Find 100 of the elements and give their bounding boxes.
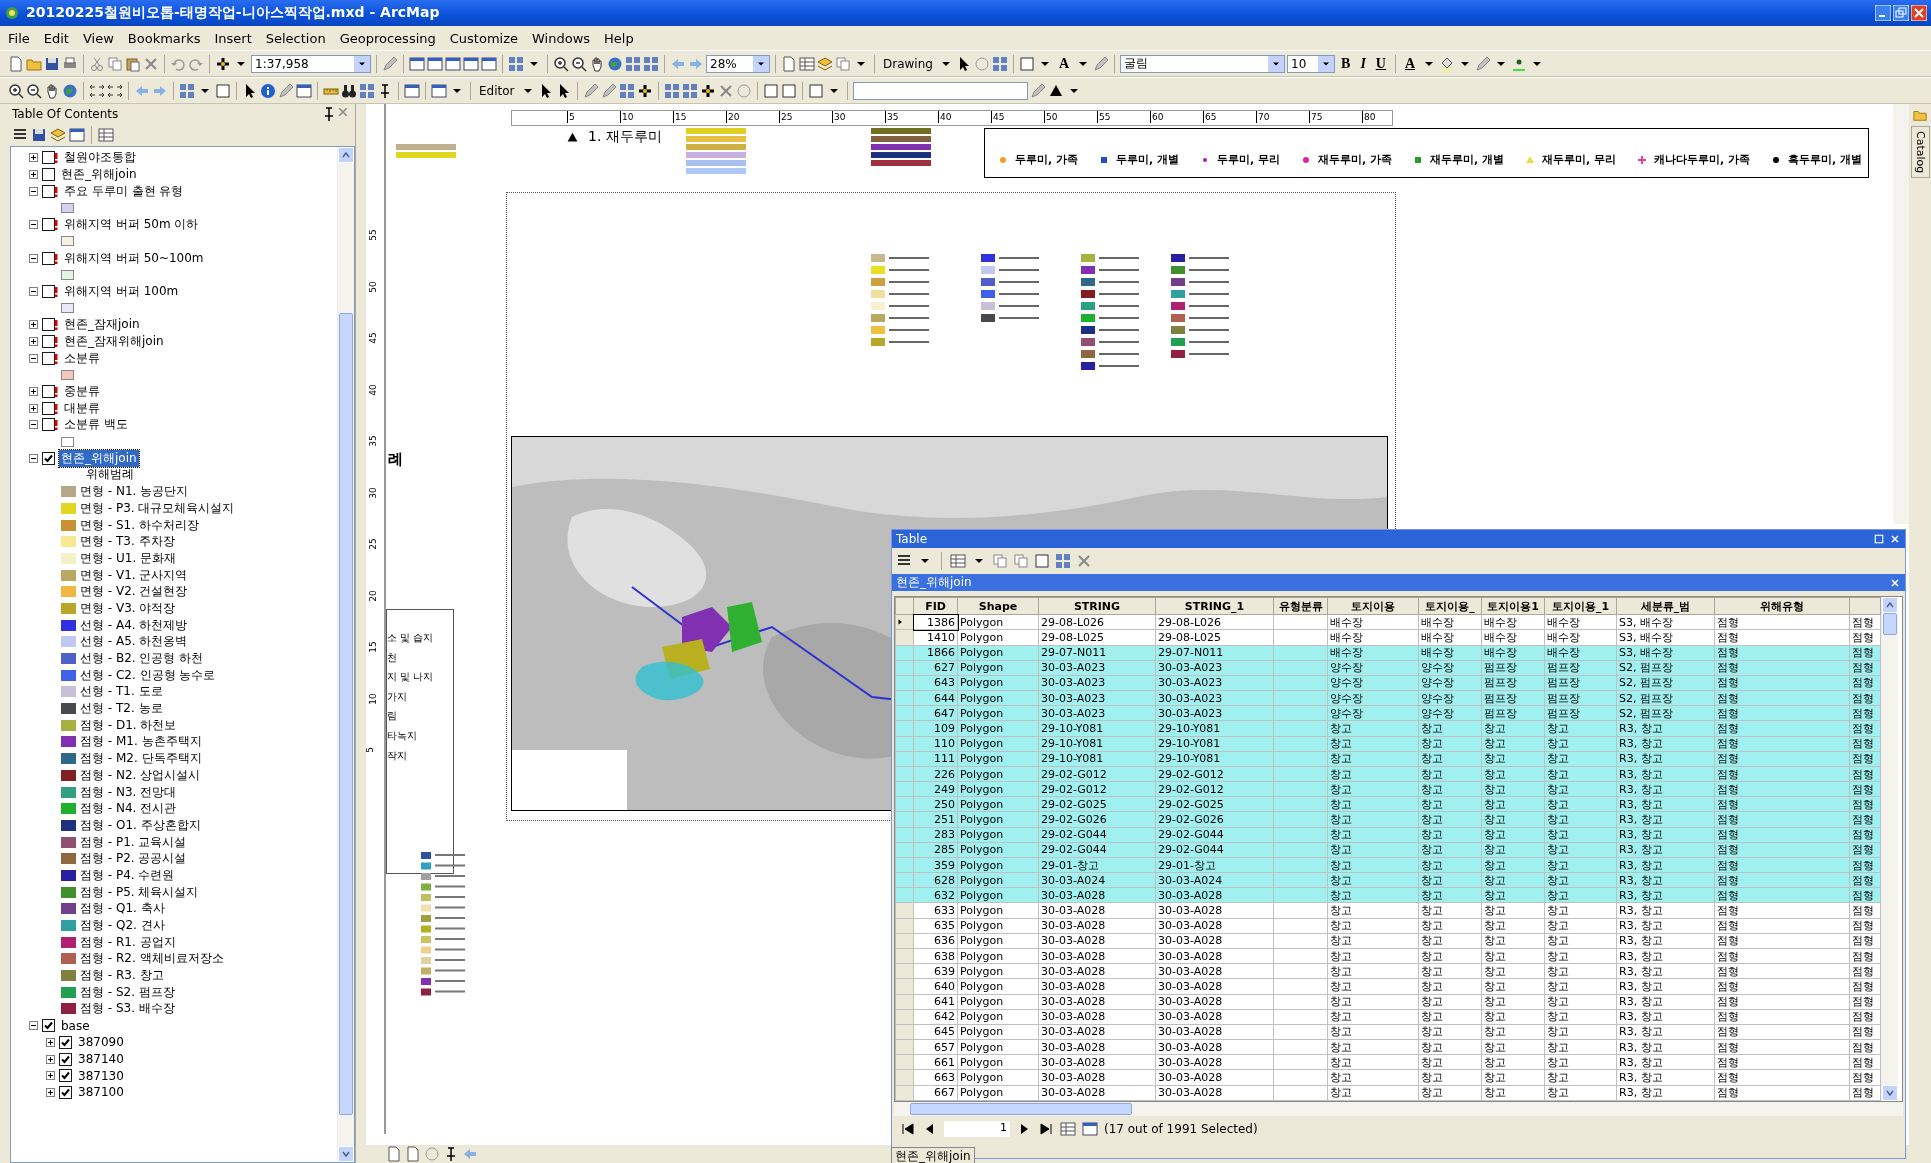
selected-row[interactable]: 250 Polygon 29-02-G025 29-02-G025 창고 창고 창고 창고 R3, 창고 점형 점형 — [895, 796, 1881, 812]
column-header[interactable]: 유형분류 — [1273, 597, 1328, 615]
expand-icon[interactable] — [29, 153, 38, 163]
column-header[interactable]: STRING — [1038, 597, 1156, 615]
table-row[interactable]: 1386 Polygon 29-08-L026 29-08-L026 배수장 배수장 배수장 배수장 S3, 배수장 점형 점형 — [895, 614, 1881, 630]
table-icon[interactable] — [799, 55, 815, 72]
zoom-in-icon[interactable] — [8, 82, 24, 99]
text-tool-button[interactable]: A — [1054, 55, 1074, 72]
layer-name[interactable]: 철원야조통합 — [62, 149, 138, 167]
expand-icon[interactable] — [46, 1037, 55, 1047]
selected-row[interactable]: 109 Polygon 29-10-Y081 29-10-Y081 창고 창고 창고 창고 R3, 창고 점형 점형 — [895, 720, 1881, 737]
folder-icon[interactable] — [1913, 108, 1927, 122]
record-field[interactable]: 1 — [944, 1121, 1010, 1137]
close-icon[interactable] — [337, 106, 349, 118]
close-icon[interactable] — [143, 55, 159, 72]
table-row[interactable]: 639 Polygon 30-03-A028 30-03-A028 창고 창고 창고 창고 R3, 창고 점형 점형 — [895, 963, 1881, 979]
layer-name[interactable]: 위해지역 버퍼 100m — [62, 282, 181, 300]
font-size-field[interactable]: 10 — [1287, 54, 1336, 73]
layer-name[interactable]: 중분류 — [62, 383, 102, 401]
scrollbar[interactable] — [337, 147, 354, 1162]
table-row[interactable]: 638 Polygon 30-03-A028 30-03-A028 창고 창고 창고 창고 R3, 창고 점형 점형 — [895, 948, 1881, 964]
table-icon[interactable] — [98, 127, 114, 143]
window-icon[interactable] — [481, 55, 497, 72]
column-header[interactable]: Shape — [957, 597, 1039, 615]
minimize-icon[interactable] — [1875, 5, 1891, 21]
maximize-icon[interactable] — [1873, 533, 1885, 545]
arrows-icon[interactable] — [89, 82, 105, 99]
plus-icon[interactable] — [215, 55, 231, 72]
layer-name[interactable]: 현존_잠재위해join — [62, 332, 166, 350]
collapse-icon[interactable] — [29, 1021, 38, 1031]
grid-icon[interactable] — [1055, 553, 1071, 569]
hand-icon[interactable] — [589, 55, 605, 72]
scroll-thumb[interactable] — [1883, 613, 1897, 635]
table-row[interactable]: 645 Polygon 30-03-A028 30-03-A028 창고 창고 창고 창고 R3, 창고 점형 점형 — [895, 1024, 1881, 1040]
layer-name[interactable]: base — [59, 1018, 92, 1033]
column-header[interactable]: 세분류_범 — [1616, 597, 1715, 615]
expand-icon[interactable] — [46, 1054, 55, 1064]
column-header[interactable]: STRING_1 — [1155, 597, 1274, 615]
expand-icon[interactable] — [29, 387, 38, 396]
checkbox[interactable] — [59, 1052, 72, 1066]
table-row[interactable]: 640 Polygon 30-03-A028 30-03-A028 창고 창고 창고 창고 R3, 창고 점형 점형 — [895, 978, 1881, 994]
selected-row[interactable]: 111 Polygon 29-10-Y081 29-10-Y081 창고 창고 창고 창고 R3, 창고 점형 점형 — [895, 751, 1881, 767]
selected-row[interactable]: 627 Polygon 30-03-A023 30-03-A023 양수장 양수장 펌프장 펌프장 S2, 펌프장 점형 점형 — [895, 660, 1881, 676]
selected-row[interactable]: 110 Polygon 29-10-Y081 29-10-Y081 창고 창고 창고 창고 R3, 창고 점형 점형 — [895, 736, 1881, 752]
checkbox[interactable] — [42, 451, 55, 465]
selected-row[interactable]: 251 Polygon 29-02-G026 29-02-G026 창고 창고 창고 창고 R3, 창고 점형 점형 — [895, 811, 1881, 828]
scrollbar[interactable] — [1893, 104, 1909, 524]
window-icon[interactable] — [427, 55, 443, 72]
copy-icon[interactable] — [107, 55, 123, 72]
layer-name[interactable]: 주요 두루미 출현 유형 — [62, 182, 186, 200]
collapse-icon[interactable] — [29, 220, 38, 230]
table-row[interactable]: 641 Polygon 30-03-A028 30-03-A028 창고 창고 창고 창고 R3, 창고 점형 점형 — [895, 994, 1881, 1010]
page-icon[interactable] — [8, 55, 24, 72]
hand-icon[interactable] — [44, 82, 60, 99]
menu-item[interactable]: Customize — [449, 30, 518, 46]
table-row[interactable]: 663 Polygon 30-03-A028 30-03-A028 창고 창고 창고 창고 R3, 창고 점형 점형 — [895, 1069, 1881, 1086]
checkbox[interactable] — [42, 168, 55, 182]
window-icon[interactable] — [404, 82, 420, 99]
menu-item[interactable]: Edit — [43, 30, 69, 46]
plus-icon[interactable] — [636, 82, 653, 99]
table-row[interactable]: 1410 Polygon 29-08-L025 29-08-L025 배수장 배수장 배수장 배수장 S3, 배수장 점형 점형 — [895, 629, 1881, 646]
info-icon[interactable] — [260, 82, 276, 99]
pencil-icon[interactable] — [582, 82, 599, 99]
scroll-thumb[interactable] — [339, 313, 353, 1115]
collapse-icon[interactable] — [29, 253, 38, 263]
selected-row[interactable]: 359 Polygon 29-01-창고 29-01-창고 창고 창고 창고 창고 R3, 창고 점형 점형 — [895, 857, 1881, 873]
collapse-icon[interactable] — [29, 186, 38, 196]
square-icon[interactable] — [762, 82, 779, 99]
collapse-icon[interactable] — [29, 286, 38, 296]
table-row[interactable]: 642 Polygon 30-03-A028 30-03-A028 창고 창고 창고 창고 R3, 창고 점형 점형 — [895, 1009, 1881, 1025]
checkbox[interactable] — [59, 1085, 72, 1099]
selected-row[interactable]: 644 Polygon 30-03-A023 30-03-A023 양수장 양수장 펌프장 펌프장 S2, 펌프장 점형 점형 — [895, 690, 1881, 706]
grid-icon[interactable] — [625, 55, 641, 72]
layer-name[interactable]: 소분류 — [62, 349, 102, 367]
copy-icon[interactable] — [992, 553, 1008, 569]
menu-item[interactable]: Insert — [214, 30, 252, 46]
table-row[interactable]: 667 Polygon 30-03-A028 30-03-A028 창고 창고 창고 창고 R3, 창고 점형 점형 — [895, 1085, 1881, 1101]
expand-icon[interactable] — [46, 1087, 55, 1097]
copy-icon[interactable] — [1013, 553, 1029, 569]
layer-name[interactable]: 387140 — [76, 1052, 126, 1067]
menu-item[interactable]: Help — [604, 30, 634, 46]
window-icon[interactable] — [409, 55, 425, 72]
save-icon[interactable] — [44, 55, 60, 72]
checkbox[interactable] — [42, 284, 58, 298]
table-icon[interactable] — [1060, 1121, 1076, 1137]
checkbox[interactable] — [42, 334, 58, 348]
table-tab[interactable]: 현존_위해join — [896, 574, 972, 591]
italic-button[interactable]: I — [1356, 55, 1370, 72]
font-color-button[interactable]: A — [1400, 55, 1420, 72]
table-row[interactable]: 657 Polygon 30-03-A028 30-03-A028 창고 창고 창고 창고 R3, 창고 점형 점형 — [895, 1039, 1881, 1055]
menu-item[interactable]: Bookmarks — [127, 30, 201, 46]
selected-row[interactable]: 249 Polygon 29-02-G012 29-02-G012 창고 창고 창고 창고 R3, 창고 점형 점형 — [895, 781, 1881, 797]
scrollbar[interactable] — [894, 1102, 1903, 1116]
menu-item[interactable]: File — [8, 30, 30, 46]
layer-name[interactable]: 현존_잠재join — [62, 316, 142, 334]
selected-row[interactable]: 1866 Polygon 29-07-N011 29-07-N011 배수장 배수장 배수장 배수장 S3, 배수장 점형 점형 — [895, 645, 1881, 661]
drawing-dropdown[interactable]: Drawing — [880, 56, 936, 71]
layer-name[interactable]: 위해지역 버퍼 50~100m — [62, 249, 206, 267]
table-row[interactable]: 636 Polygon 30-03-A028 30-03-A028 창고 창고 창고 창고 R3, 창고 점형 점형 — [895, 933, 1881, 949]
font-field[interactable]: 굴림 — [1120, 54, 1286, 73]
